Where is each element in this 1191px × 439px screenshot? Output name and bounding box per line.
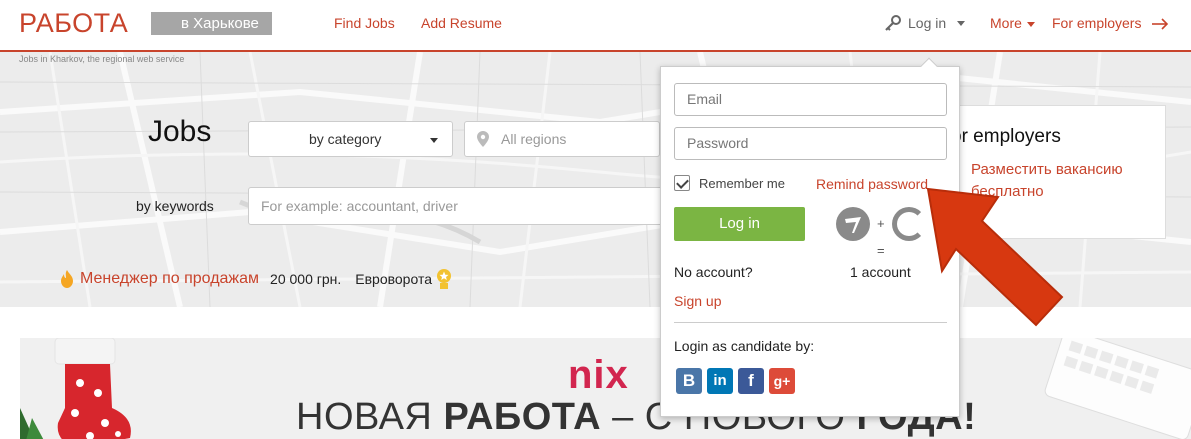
promo-banner[interactable]: nix НОВАЯ РАБОТА – С НОВОГО ГОДА! bbox=[20, 338, 1191, 439]
remember-me-toggle[interactable]: Remember me bbox=[674, 175, 785, 191]
no-account-text: No account? bbox=[674, 264, 753, 280]
login-button[interactable]: Log in bbox=[674, 207, 805, 241]
remember-me-label: Remember me bbox=[699, 175, 785, 191]
social-login-buttons: B in f g+ bbox=[676, 368, 795, 394]
keywords-label: by keywords bbox=[136, 198, 214, 214]
site-header: РАБОТА в Харькове Find Jobs Add Resume L… bbox=[0, 0, 1191, 52]
chevron-down-icon bbox=[430, 138, 438, 143]
brand-text: nix bbox=[568, 353, 629, 397]
google-plus-login-icon[interactable]: g+ bbox=[769, 368, 795, 394]
equals-sign: = bbox=[877, 243, 885, 258]
social-login-label: Login as candidate by: bbox=[674, 338, 815, 354]
password-field[interactable]: Password bbox=[674, 127, 947, 160]
keywords-input[interactable]: For example: accountant, driver bbox=[248, 187, 668, 225]
category-select-value: by category bbox=[309, 131, 382, 147]
region-input[interactable]: All regions bbox=[464, 121, 660, 157]
chevron-down-icon bbox=[1026, 21, 1035, 27]
christmas-stocking-icon bbox=[20, 338, 131, 439]
rabota-logo-icon bbox=[836, 207, 870, 241]
linkedin-login-icon[interactable]: in bbox=[707, 368, 733, 394]
headline-part-1: НОВАЯ bbox=[296, 396, 444, 438]
for-employers-label: For employers bbox=[1052, 15, 1142, 31]
nav-more[interactable]: More bbox=[990, 15, 1035, 32]
more-label: More bbox=[990, 15, 1022, 31]
vacancy-title[interactable]: Менеджер по продажам bbox=[80, 270, 259, 288]
facebook-login-icon[interactable]: f bbox=[738, 368, 764, 394]
key-icon bbox=[885, 15, 901, 31]
nav-find-jobs[interactable]: Find Jobs bbox=[334, 15, 395, 32]
divider bbox=[674, 322, 947, 323]
remember-me-checkbox[interactable] bbox=[674, 175, 690, 191]
medal-icon bbox=[437, 269, 451, 289]
headline-part-2: РАБОТА bbox=[443, 396, 602, 438]
login-dropdown: Email Password Remember me Remind passwo… bbox=[660, 57, 960, 417]
nav-for-employers[interactable]: For employers bbox=[1052, 15, 1169, 32]
email-field[interactable]: Email bbox=[674, 83, 947, 116]
region-placeholder: All regions bbox=[501, 131, 567, 147]
employers-heading: or employers bbox=[951, 126, 1061, 147]
one-account-text: 1 account bbox=[850, 264, 911, 280]
vacancy-company[interactable]: Евроворота bbox=[355, 271, 432, 287]
plus-sign: + bbox=[877, 216, 885, 231]
search-title: Jobs bbox=[148, 115, 212, 148]
nav-login[interactable]: Log in bbox=[884, 14, 966, 32]
chevron-down-icon bbox=[957, 20, 966, 26]
arrow-right-icon bbox=[1152, 18, 1169, 30]
nix-logo: nix bbox=[568, 353, 629, 398]
vacancy-salary: 20 000 грн. bbox=[270, 271, 342, 287]
remind-password-link[interactable]: Remind password bbox=[816, 176, 928, 192]
login-label: Log in bbox=[908, 15, 947, 31]
category-select[interactable]: by category bbox=[248, 121, 453, 157]
location-pin-icon bbox=[477, 131, 489, 147]
flame-icon bbox=[61, 270, 73, 288]
city-badge[interactable]: в Харькове bbox=[151, 12, 272, 35]
site-tagline: Jobs in Kharkov, the regional web servic… bbox=[19, 54, 185, 64]
vk-login-icon[interactable]: B bbox=[676, 368, 702, 394]
site-logo[interactable]: РАБОТА bbox=[19, 8, 128, 38]
sign-up-link[interactable]: Sign up bbox=[674, 293, 721, 309]
keyboard-image bbox=[1044, 338, 1191, 439]
nav-add-resume[interactable]: Add Resume bbox=[421, 15, 502, 32]
annotation-arrow bbox=[926, 187, 1064, 327]
featured-vacancy[interactable]: Менеджер по продажам 20 000 грн. Евровор… bbox=[60, 268, 452, 290]
